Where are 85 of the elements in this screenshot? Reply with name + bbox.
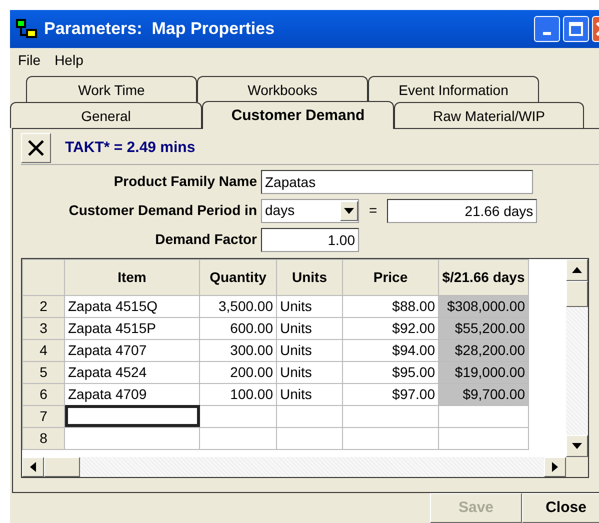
corner-cell xyxy=(22,259,64,296)
table-cell[interactable]: $28,200.00 xyxy=(438,339,528,362)
maximize-icon xyxy=(568,20,584,37)
scroll-down-button[interactable] xyxy=(566,434,588,457)
table-cell[interactable]: Zapata 4515P xyxy=(64,317,200,340)
table-cell[interactable]: 300.00 xyxy=(200,339,276,362)
input-field[interactable]: Zapatas xyxy=(261,170,533,194)
table-cell[interactable]: $9,700.00 xyxy=(438,383,528,406)
column-header[interactable]: $/21.66 days xyxy=(438,259,528,296)
table-cell[interactable]: 100.00 xyxy=(200,383,276,406)
table-cell[interactable]: $308,000.00 xyxy=(438,295,528,318)
takt-label: TAKT* = 2.49 mins xyxy=(65,138,196,158)
app-icon xyxy=(16,18,38,39)
table-cell[interactable]: $94.00 xyxy=(342,339,438,362)
column-header[interactable]: Price xyxy=(342,259,438,296)
row-header[interactable]: 8 xyxy=(22,427,64,450)
table-cell[interactable] xyxy=(342,427,438,450)
x-icon xyxy=(26,138,46,158)
table-cell[interactable]: $95.00 xyxy=(342,361,438,384)
table-cell[interactable]: $92.00 xyxy=(342,317,438,340)
table-cell[interactable]: Units xyxy=(276,383,342,406)
scroll-up-button[interactable] xyxy=(566,258,588,281)
table-cell[interactable] xyxy=(438,405,528,428)
scroll-left-button[interactable] xyxy=(22,456,44,477)
table-cell[interactable]: 3,500.00 xyxy=(200,295,276,318)
input-field[interactable]: 1.00 xyxy=(261,228,359,252)
field-label: Customer Demand Period in xyxy=(68,201,257,220)
table-cell[interactable] xyxy=(64,427,200,450)
table-cell[interactable] xyxy=(438,427,528,450)
table-cell[interactable]: Zapata 4707 xyxy=(64,339,200,362)
tab[interactable]: Workbooks xyxy=(197,76,368,102)
row-header[interactable]: 6 xyxy=(22,383,64,406)
table-cell[interactable]: Units xyxy=(276,317,342,340)
unit-dropdown[interactable]: days xyxy=(261,198,359,223)
scrollbar-corner xyxy=(566,456,588,477)
tab[interactable]: Raw Material/WIP xyxy=(394,102,584,128)
table-cell[interactable]: Units xyxy=(276,295,342,318)
row-header[interactable]: 5 xyxy=(22,361,64,384)
right-arrow-icon xyxy=(552,462,558,472)
table-cell[interactable]: Units xyxy=(276,361,342,384)
table-cell[interactable]: $19,000.00 xyxy=(438,361,528,384)
delete-button[interactable] xyxy=(21,133,51,164)
tab[interactable]: Event Information xyxy=(368,76,539,102)
tab[interactable]: Customer Demand xyxy=(202,100,394,129)
scroll-right-button[interactable] xyxy=(544,456,566,477)
field-label: Demand Factor xyxy=(154,230,257,250)
table-cell[interactable] xyxy=(200,405,276,428)
minimize-button[interactable] xyxy=(534,16,560,42)
tab[interactable]: Work Time xyxy=(26,76,197,102)
row-header[interactable]: 3 xyxy=(22,317,64,340)
column-header[interactable]: Quantity xyxy=(200,259,276,296)
table-cell[interactable] xyxy=(276,427,342,450)
maximize-button[interactable] xyxy=(563,16,589,42)
close-button[interactable]: Close xyxy=(522,493,599,523)
table-cell[interactable]: $55,200.00 xyxy=(438,317,528,340)
table-cell[interactable]: Zapata 4515Q xyxy=(64,295,200,318)
menu-item[interactable]: File xyxy=(18,50,41,69)
table-cell[interactable] xyxy=(200,427,276,450)
column-header[interactable]: Item xyxy=(64,259,200,296)
equals-sign: = xyxy=(369,201,378,220)
down-arrow-icon xyxy=(572,442,582,449)
table-cell[interactable]: 600.00 xyxy=(200,317,276,340)
field-label: Product Family Name xyxy=(112,172,257,192)
table-cell[interactable] xyxy=(64,405,200,428)
table-cell[interactable] xyxy=(342,405,438,428)
scrollbar-thumb[interactable] xyxy=(566,280,588,307)
caret-icon xyxy=(344,208,354,214)
menu-item[interactable]: Help xyxy=(54,50,84,69)
row-header[interactable]: 4 xyxy=(22,339,64,362)
table-cell[interactable]: $97.00 xyxy=(342,383,438,406)
row-header[interactable]: 7 xyxy=(22,405,64,428)
table-cell[interactable]: 200.00 xyxy=(200,361,276,384)
up-arrow-icon xyxy=(572,266,582,273)
table-cell[interactable]: Units xyxy=(276,339,342,362)
table-cell[interactable] xyxy=(276,405,342,428)
minimize-icon xyxy=(543,32,551,35)
table-cell[interactable]: $88.00 xyxy=(342,295,438,318)
table-cell[interactable]: Zapata 4524 xyxy=(64,361,200,384)
row-header[interactable]: 2 xyxy=(22,295,64,318)
column-header[interactable]: Units xyxy=(276,259,342,296)
result-field: 21.66 days xyxy=(387,198,538,223)
window-title: Parameters: Map Properties xyxy=(44,18,275,40)
scrollbar-thumb[interactable] xyxy=(44,456,80,477)
tab[interactable]: General xyxy=(10,102,202,128)
left-arrow-icon xyxy=(30,462,36,472)
